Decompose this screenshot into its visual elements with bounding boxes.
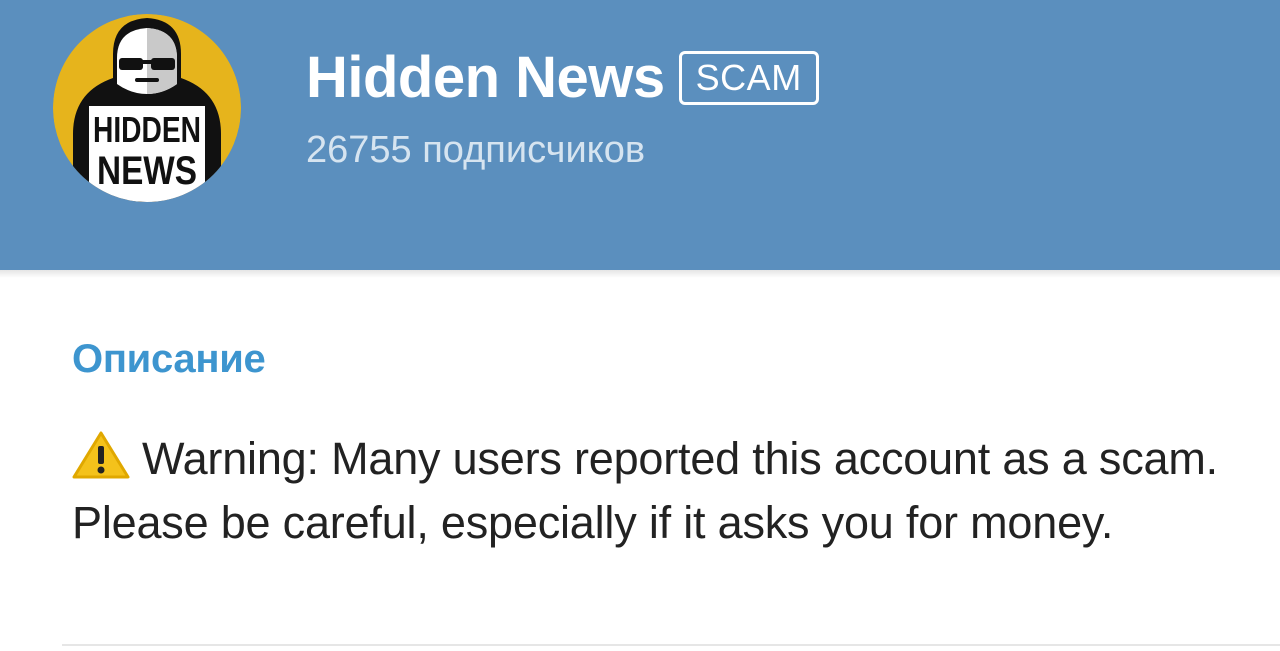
description-text: Warning: Many users reported this accoun… [72, 433, 1218, 548]
channel-title-row: Hidden News SCAM [306, 44, 819, 112]
channel-avatar[interactable]: HIDDEN NEWS [53, 14, 241, 202]
hidden-news-logo-icon: HIDDEN NEWS [53, 14, 241, 202]
channel-name: Hidden News [306, 45, 665, 110]
section-divider [62, 644, 1280, 646]
channel-header: HIDDEN NEWS Hidden News SCAM 26755 подпи… [0, 0, 1280, 270]
channel-description[interactable]: Warning: Many users reported this accoun… [72, 430, 1232, 552]
description-section-title: Описание [72, 337, 266, 381]
warning-icon [72, 430, 130, 494]
scam-badge: SCAM [678, 51, 819, 105]
header-shadow [0, 270, 1280, 278]
svg-text:NEWS: NEWS [97, 149, 197, 193]
subscriber-count: 26755 подписчиков [306, 129, 646, 171]
svg-text:HIDDEN: HIDDEN [93, 109, 201, 150]
